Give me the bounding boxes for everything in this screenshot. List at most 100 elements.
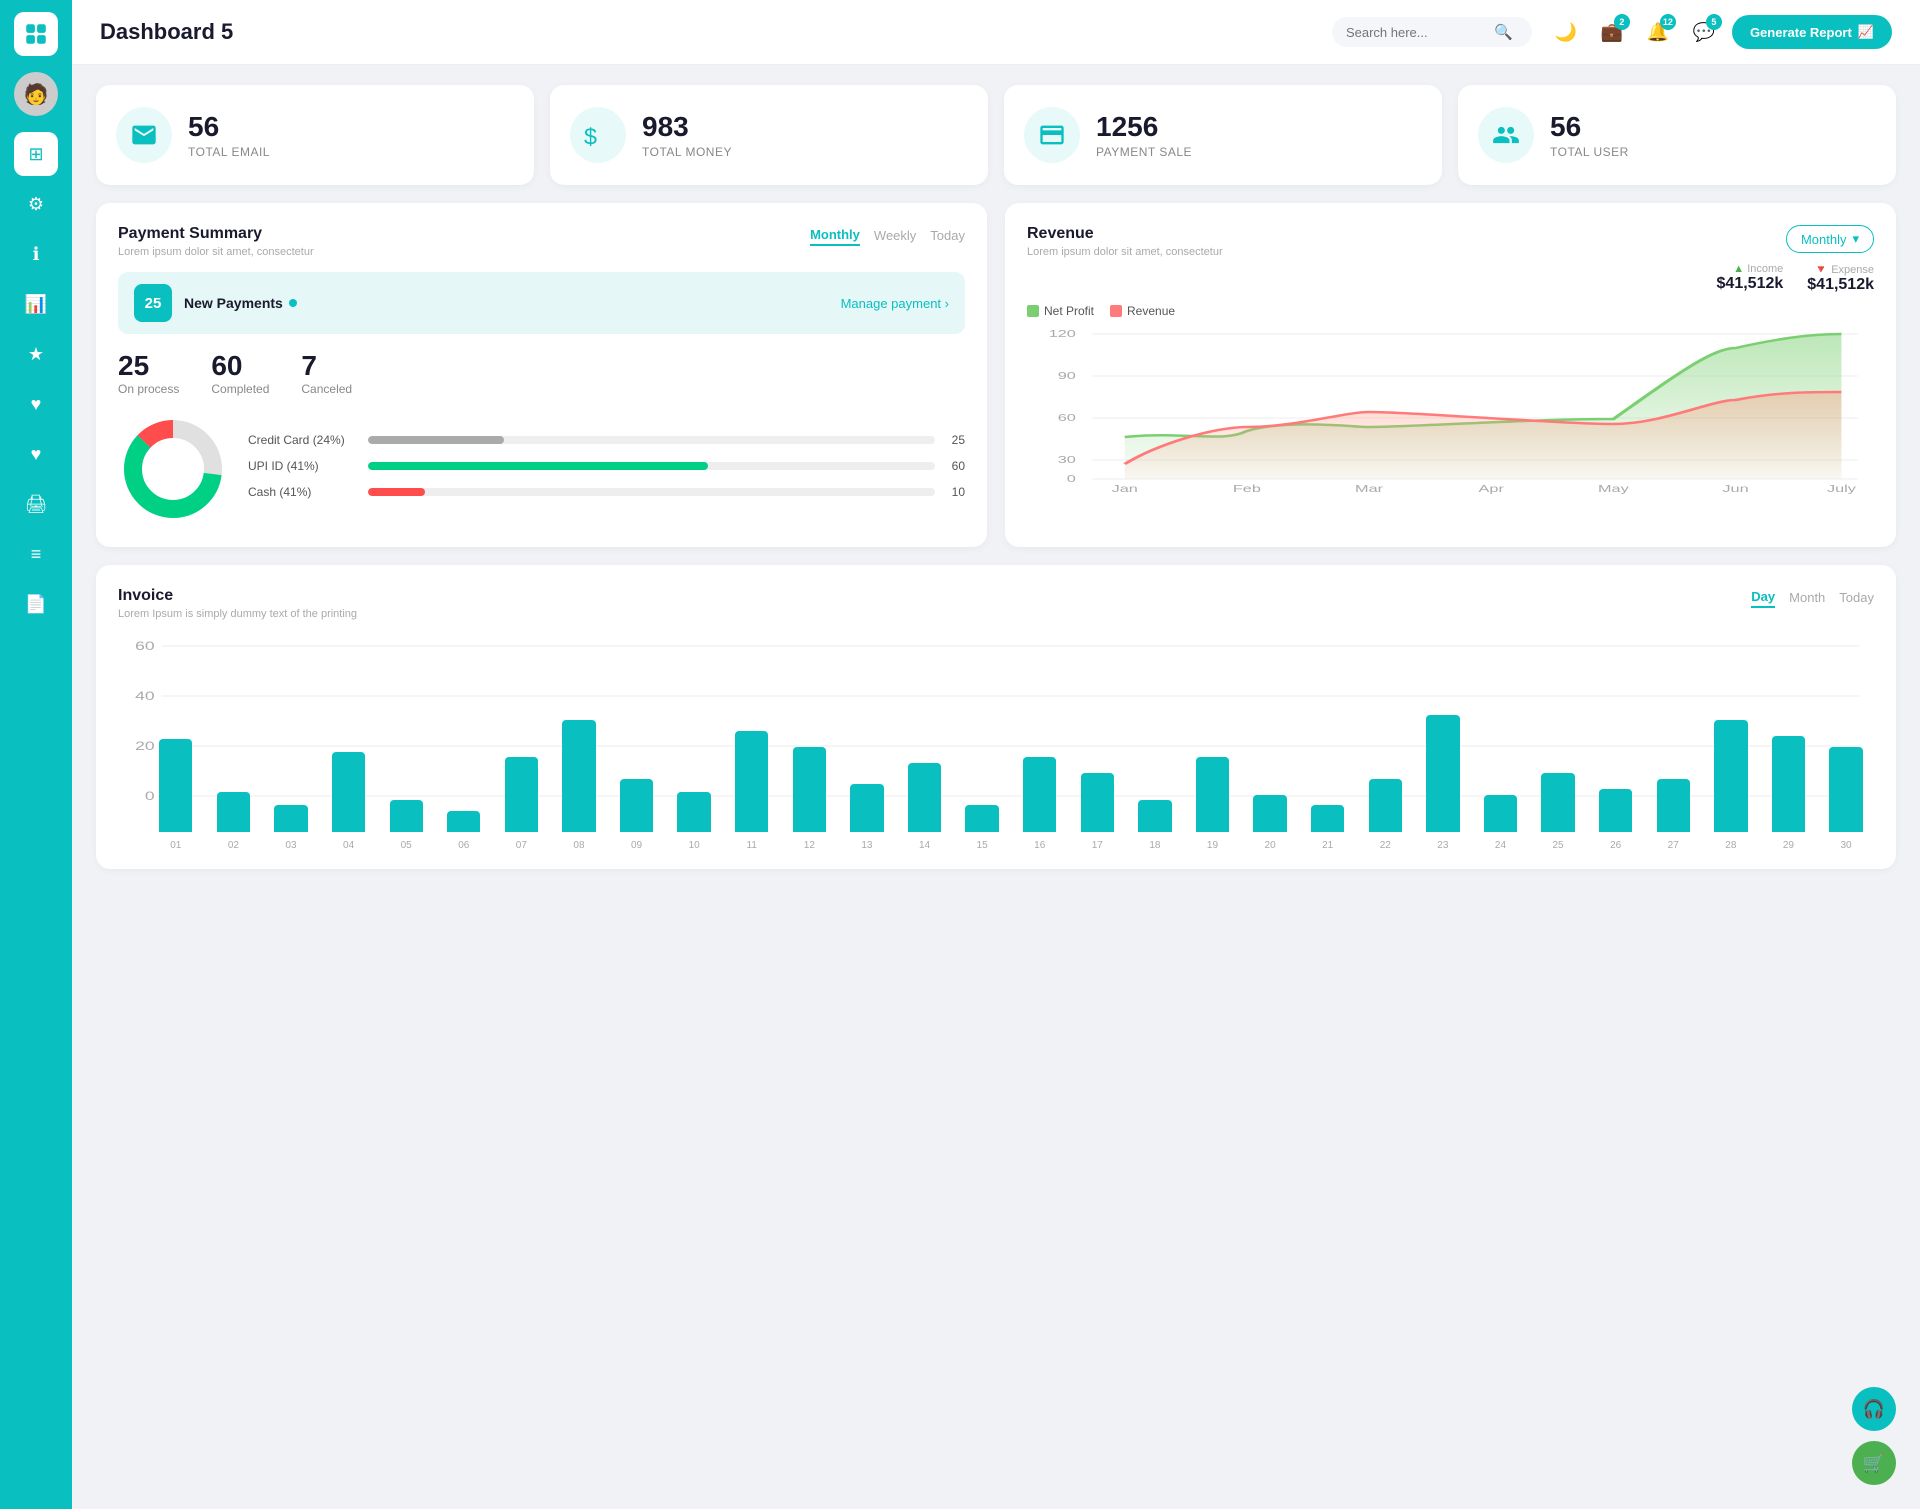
pb-upi: UPI ID (41%) 60 bbox=[248, 459, 965, 473]
bar-x-label: 18 bbox=[1149, 840, 1160, 851]
search-box[interactable]: 🔍 bbox=[1332, 17, 1532, 47]
completed-stat: 60 Completed bbox=[211, 350, 269, 396]
bar-fill bbox=[735, 731, 768, 832]
sidebar-item-settings[interactable]: ⚙ bbox=[14, 182, 58, 226]
bell-button[interactable]: 🔔 12 bbox=[1640, 14, 1676, 50]
bar-item: 07 bbox=[494, 757, 550, 851]
bar-fill bbox=[217, 792, 250, 832]
bar-x-label: 20 bbox=[1265, 840, 1276, 851]
bar-fill bbox=[1253, 795, 1286, 832]
payment-panel-header: Payment Summary Lorem ipsum dolor sit am… bbox=[118, 225, 965, 258]
svg-text:Feb: Feb bbox=[1233, 483, 1261, 494]
bar-fill bbox=[274, 805, 307, 832]
tab-weekly-payment[interactable]: Weekly bbox=[874, 226, 916, 245]
bar-x-label: 29 bbox=[1783, 840, 1794, 851]
sidebar-item-star[interactable]: ★ bbox=[14, 332, 58, 376]
tab-month-invoice[interactable]: Month bbox=[1789, 588, 1825, 607]
bar-item: 03 bbox=[263, 805, 319, 851]
bar-item: 20 bbox=[1242, 795, 1298, 851]
bar-item: 29 bbox=[1761, 736, 1817, 851]
moon-icon: 🌙 bbox=[1555, 22, 1577, 43]
bar-x-label: 13 bbox=[861, 840, 872, 851]
wallet-button[interactable]: 💼 2 bbox=[1594, 14, 1630, 50]
legend-revenue: Revenue bbox=[1110, 304, 1175, 318]
income-arrow-icon: ▲ bbox=[1733, 263, 1744, 275]
bar-fill bbox=[159, 739, 192, 832]
bar-fill bbox=[1426, 715, 1459, 832]
bar-item: 04 bbox=[321, 752, 377, 851]
tab-monthly-payment[interactable]: Monthly bbox=[810, 225, 860, 246]
pb-cash-fill bbox=[368, 488, 425, 496]
chart-bar-icon: 📈 bbox=[1858, 24, 1874, 40]
sidebar-item-analytics[interactable]: 📊 bbox=[14, 282, 58, 326]
cart-float-button[interactable]: 🛒 bbox=[1852, 1441, 1896, 1485]
sidebar-item-heart2[interactable]: ♥ bbox=[14, 432, 58, 476]
manage-payment-link[interactable]: Manage payment › bbox=[841, 296, 949, 311]
bar-fill bbox=[1541, 773, 1574, 832]
dashboard-icon: ⊞ bbox=[28, 144, 43, 165]
revenue-title: Revenue bbox=[1027, 225, 1223, 243]
sidebar-item-info[interactable]: ℹ bbox=[14, 232, 58, 276]
invoice-subtitle: Lorem Ipsum is simply dummy text of the … bbox=[118, 608, 357, 620]
tab-today-invoice[interactable]: Today bbox=[1839, 588, 1874, 607]
print-icon: 🖨 bbox=[25, 494, 48, 515]
bar-fill bbox=[390, 800, 423, 832]
bar-x-label: 02 bbox=[228, 840, 239, 851]
heart2-icon: ♥ bbox=[31, 444, 42, 465]
bar-fill bbox=[505, 757, 538, 832]
completed-label: Completed bbox=[211, 382, 269, 396]
menu-icon: ≡ bbox=[31, 544, 42, 565]
bar-x-label: 09 bbox=[631, 840, 642, 851]
sidebar-item-heart[interactable]: ♥ bbox=[14, 382, 58, 426]
payment-tabs: Monthly Weekly Today bbox=[810, 225, 965, 246]
pb-credit-fill bbox=[368, 436, 504, 444]
support-float-button[interactable]: 🎧 bbox=[1852, 1387, 1896, 1431]
stat-card-money: $ 983 TOTAL MONEY bbox=[550, 85, 988, 185]
bar-item: 23 bbox=[1415, 715, 1471, 851]
sidebar-item-dashboard[interactable]: ⊞ bbox=[14, 132, 58, 176]
sidebar-logo[interactable] bbox=[14, 12, 58, 56]
bar-x-label: 25 bbox=[1552, 840, 1563, 851]
avatar[interactable]: 🧑 bbox=[14, 72, 58, 116]
search-input[interactable] bbox=[1346, 25, 1486, 40]
canceled-count: 7 bbox=[301, 350, 352, 382]
bar-item: 12 bbox=[782, 747, 838, 851]
invoice-panel: Invoice Lorem Ipsum is simply dummy text… bbox=[96, 565, 1896, 869]
bar-fill bbox=[620, 779, 653, 832]
tab-day-invoice[interactable]: Day bbox=[1751, 587, 1775, 608]
svg-text:90: 90 bbox=[1058, 370, 1076, 381]
bar-x-label: 24 bbox=[1495, 840, 1506, 851]
svg-text:Apr: Apr bbox=[1479, 483, 1505, 494]
svg-text:120: 120 bbox=[1049, 328, 1076, 339]
payment-count: 1256 bbox=[1096, 111, 1192, 143]
svg-text:July: July bbox=[1827, 483, 1856, 494]
bar-item: 27 bbox=[1645, 779, 1701, 851]
dark-mode-button[interactable]: 🌙 bbox=[1548, 14, 1584, 50]
bar-x-label: 19 bbox=[1207, 840, 1218, 851]
content-area: 56 TOTAL EMAIL $ 983 TOTAL MONEY 1256 bbox=[72, 65, 1920, 889]
sidebar-item-print[interactable]: 🖨 bbox=[14, 482, 58, 526]
bar-item: 09 bbox=[609, 779, 665, 851]
tab-today-payment[interactable]: Today bbox=[930, 226, 965, 245]
svg-text:0: 0 bbox=[1067, 473, 1076, 484]
canceled-label: Canceled bbox=[301, 382, 352, 396]
revenue-monthly-dropdown[interactable]: Monthly ▾ bbox=[1786, 225, 1874, 253]
donut-chart bbox=[118, 414, 228, 529]
email-icon-wrap bbox=[116, 107, 172, 163]
new-payments-dot bbox=[289, 299, 297, 307]
chat-button[interactable]: 💬 5 bbox=[1686, 14, 1722, 50]
bar-x-label: 14 bbox=[919, 840, 930, 851]
payment-summary-panel: Payment Summary Lorem ipsum dolor sit am… bbox=[96, 203, 987, 547]
pb-credit-track bbox=[368, 436, 935, 444]
on-process-label: On process bbox=[118, 382, 179, 396]
svg-text:May: May bbox=[1598, 483, 1629, 494]
bar-item: 14 bbox=[897, 763, 953, 851]
sidebar-item-menu[interactable]: ≡ bbox=[14, 532, 58, 576]
bar-x-label: 28 bbox=[1725, 840, 1736, 851]
bar-item: 22 bbox=[1357, 779, 1413, 851]
stat-card-email: 56 TOTAL EMAIL bbox=[96, 85, 534, 185]
payment-stats: 25 On process 60 Completed 7 Canceled bbox=[118, 350, 965, 396]
sidebar-item-list[interactable]: 📄 bbox=[14, 582, 58, 626]
info-icon: ℹ bbox=[33, 244, 40, 265]
generate-report-button[interactable]: Generate Report 📈 bbox=[1732, 15, 1892, 49]
